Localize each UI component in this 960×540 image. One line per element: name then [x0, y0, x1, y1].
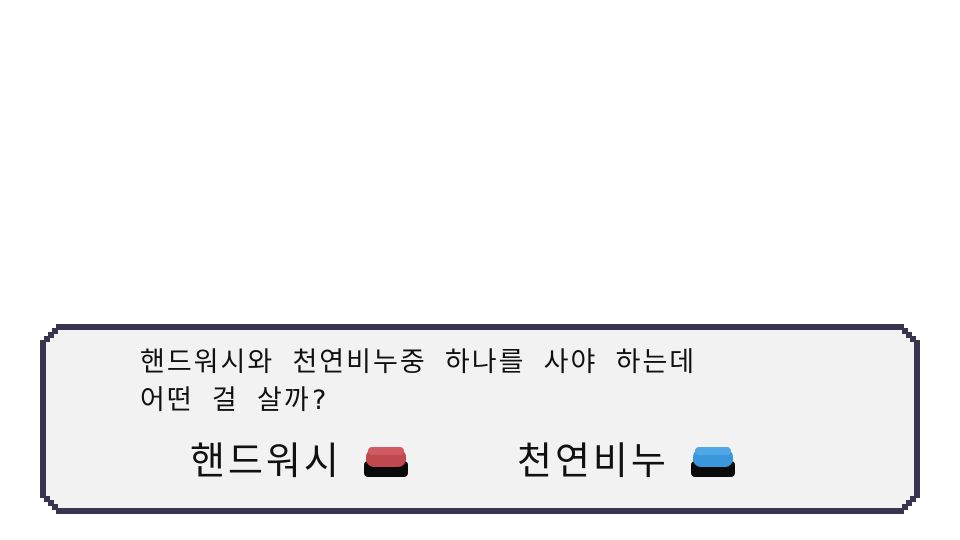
- choice-label: 핸드워시: [190, 439, 342, 483]
- dialog-box: 핸드워시와 천연비누중 하나를 사야 하는데 어떤 걸 살까? 핸드워시 천연비…: [40, 324, 920, 514]
- choice-label: 천연비누: [517, 439, 669, 483]
- blue-button-icon[interactable]: [689, 443, 737, 479]
- dialog-text: 핸드워시와 천연비누중 하나를 사야 하는데 어떤 걸 살까?: [140, 347, 697, 416]
- choice-natural-soap[interactable]: 천연비누: [517, 436, 737, 486]
- game-scene: 핸드워시와 천연비누중 하나를 사야 하는데 어떤 걸 살까? 핸드워시 천연비…: [0, 0, 960, 540]
- red-button-icon[interactable]: [362, 443, 410, 479]
- choice-handwash[interactable]: 핸드워시: [190, 436, 410, 486]
